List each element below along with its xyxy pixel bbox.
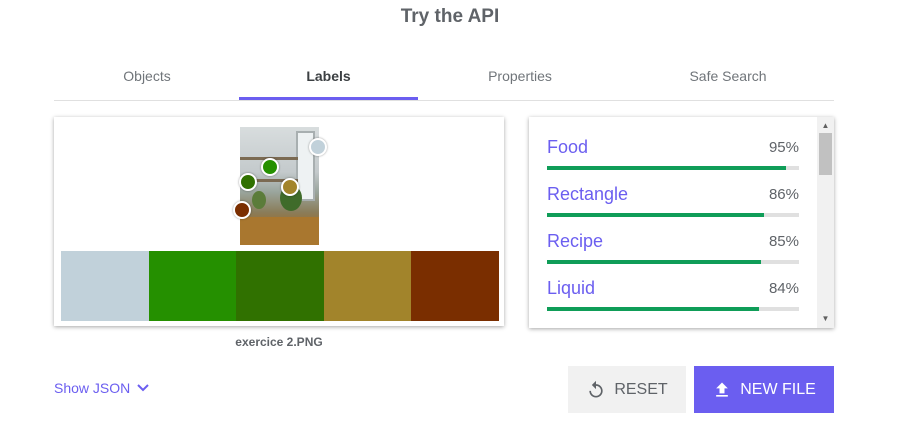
label-score: 95% [768,139,799,156]
color-swatch-3 [236,251,324,321]
show-json-label: Show JSON [54,380,131,396]
labels-list-card: Food 95% Rectangle 86% Recipe 85% Liquid… [529,117,834,328]
label-row: Recipe 85% [547,231,799,271]
color-dot-2[interactable] [261,158,279,176]
page-title: Try the API [400,6,500,27]
tab-properties[interactable]: Properties [418,58,622,100]
scroll-up-arrow-icon[interactable]: ▲ [817,119,834,133]
tab-safe-search[interactable]: Safe Search [622,58,834,100]
score-bar-fill [547,307,759,311]
reset-button[interactable]: RESET [568,366,686,413]
reset-button-label: RESET [614,380,668,398]
label-row: Rectangle 86% [547,184,799,224]
color-dot-4[interactable] [281,178,299,196]
upload-icon [716,382,729,397]
scroll-down-arrow-icon[interactable]: ▼ [817,312,834,326]
color-swatches [61,251,499,321]
reset-icon [589,380,603,397]
label-score: 85% [768,233,799,250]
counter-shape [240,217,319,245]
label-row: Liquid 84% [547,278,799,318]
new-file-button[interactable]: NEW FILE [694,366,834,413]
color-dot-5[interactable] [233,201,251,219]
label-row: Food 95% [547,137,799,177]
tab-objects[interactable]: Objects [54,58,240,100]
image-preview-card [54,117,504,326]
color-swatch-2 [148,251,237,321]
color-dot-1[interactable] [309,138,327,156]
tab-bar: Objects Labels Properties Safe Search [54,58,834,101]
score-bar-fill [547,213,764,217]
labels-scrollbar[interactable]: ▲ ▼ [817,117,834,328]
label-name: Food [547,137,589,157]
score-bar [547,166,799,170]
label-name: Recipe [547,231,604,251]
color-swatch-4 [323,251,412,321]
file-name: exercice 2.PNG [235,335,323,349]
label-score: 84% [768,280,799,297]
score-bar-fill [547,166,787,170]
plant-shape [252,191,266,209]
score-bar [547,307,799,311]
show-json-toggle[interactable]: Show JSON [54,380,150,396]
score-bar-fill [547,260,762,264]
color-dot-3[interactable] [239,173,257,191]
new-file-button-label: NEW FILE [740,380,816,398]
score-bar [547,260,799,264]
label-score: 86% [768,186,799,203]
label-name: Liquid [547,278,596,298]
chevron-down-icon [137,384,149,392]
score-bar [547,213,799,217]
label-name: Rectangle [547,184,629,204]
scroll-thumb[interactable] [819,133,832,175]
color-swatch-5 [411,251,499,321]
color-swatch-1 [61,251,149,321]
tab-labels[interactable]: Labels [239,58,418,100]
